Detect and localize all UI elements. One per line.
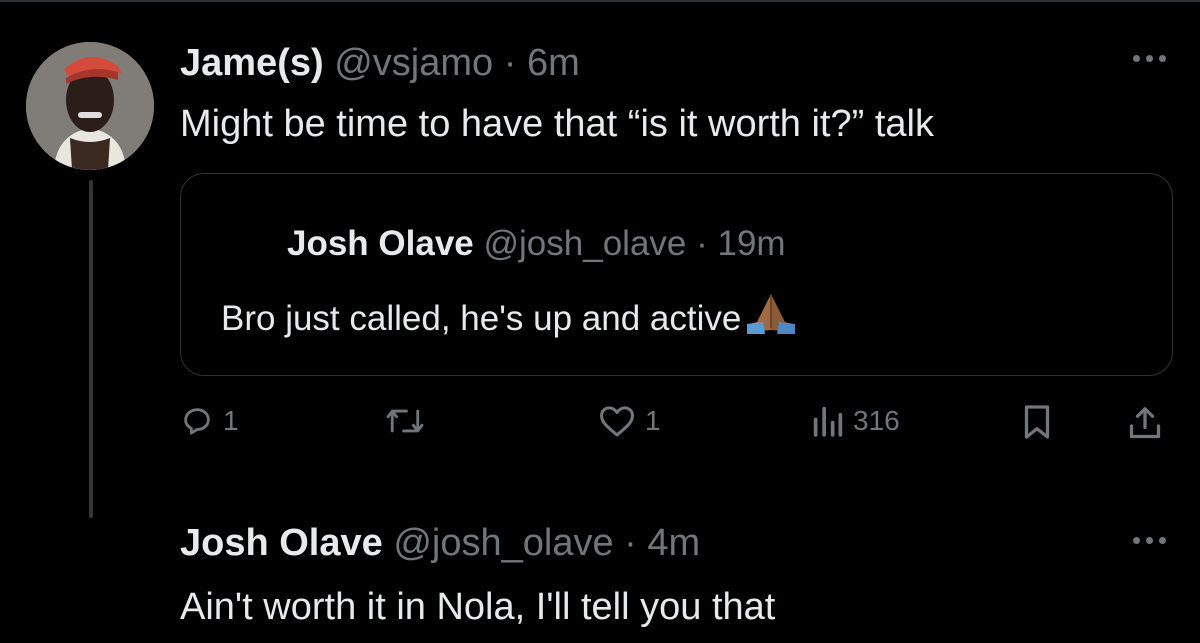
share-action[interactable] xyxy=(1127,404,1163,442)
quoted-tweet-time: 19m xyxy=(717,224,786,263)
tweet-action-bar: 1 1 316 xyxy=(180,404,1175,454)
reply-more-options-icon[interactable] xyxy=(1133,537,1166,544)
share-icon xyxy=(1129,407,1161,439)
retweet-icon xyxy=(386,409,424,433)
reply-tweet-time[interactable]: 4m xyxy=(647,522,700,564)
reply-author-name[interactable]: Josh Olave xyxy=(180,522,383,564)
views-action[interactable]: 316 xyxy=(812,404,900,438)
folded-hands-emoji-icon xyxy=(745,292,797,345)
like-count: 1 xyxy=(645,405,661,436)
retweet-action[interactable] xyxy=(385,404,425,438)
author-avatar[interactable] xyxy=(26,42,154,170)
reply-author-handle[interactable]: @josh_olave xyxy=(393,522,613,564)
top-divider xyxy=(0,0,1200,2)
bookmark-action[interactable] xyxy=(1022,404,1052,440)
view-count: 316 xyxy=(853,405,900,436)
quoted-tweet-header: Josh Olave @josh_olave · 19m xyxy=(287,223,786,265)
thread-connector-line xyxy=(89,180,93,518)
bookmark-icon xyxy=(1024,405,1050,439)
quoted-tweet-card[interactable]: Josh Olave @josh_olave · 19m Bro just ca… xyxy=(180,173,1173,376)
like-icon xyxy=(600,406,634,437)
avatar-photo-icon xyxy=(26,42,154,170)
reply-tweet-text: Ain't worth it in Nola, I'll tell you th… xyxy=(180,586,776,628)
tweet-time[interactable]: 6m xyxy=(527,42,580,84)
meta-separator: · xyxy=(503,42,517,84)
quoted-author-handle: @josh_olave xyxy=(483,224,687,263)
meta-separator: · xyxy=(624,522,637,564)
author-name[interactable]: Jame(s) xyxy=(180,42,324,84)
more-options-icon[interactable] xyxy=(1133,55,1166,62)
reply-tweet-header: Josh Olave @josh_olave · 4m xyxy=(180,520,700,566)
quoted-tweet-text-row: Bro just called, he's up and active xyxy=(221,292,797,345)
reply-count: 1 xyxy=(223,405,239,436)
quoted-tweet-text: Bro just called, he's up and active xyxy=(221,299,742,338)
main-tweet-text: Might be time to have that “is it worth … xyxy=(180,103,934,145)
like-action[interactable]: 1 xyxy=(598,404,661,438)
reply-icon xyxy=(184,408,210,435)
main-tweet-header: Jame(s) @vsjamo · 6m xyxy=(180,40,580,86)
reply-action[interactable]: 1 xyxy=(180,404,239,438)
quoted-author-name: Josh Olave xyxy=(287,224,474,263)
views-icon xyxy=(813,406,843,437)
author-handle[interactable]: @vsjamo xyxy=(334,42,493,84)
meta-separator: · xyxy=(696,224,708,263)
